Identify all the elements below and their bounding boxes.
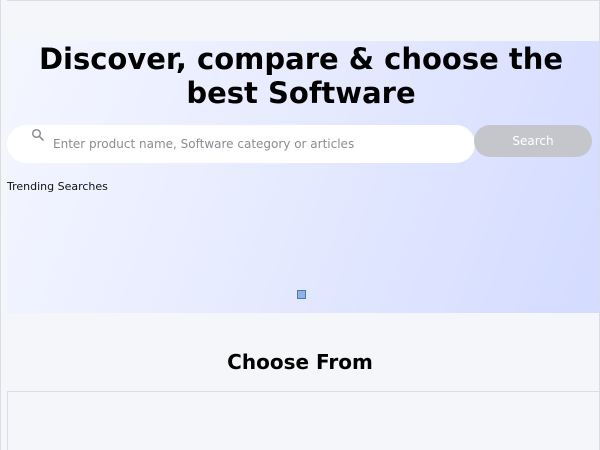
top-strip (7, 0, 599, 41)
choose-from-title: Choose From (227, 350, 373, 374)
choose-from-panel (7, 392, 599, 450)
search-input[interactable] (53, 134, 463, 154)
hero-title: Discover, compare & choose the best Soft… (38, 42, 564, 110)
search-icon (31, 127, 45, 141)
broken-image-icon (297, 290, 306, 299)
hero-section: Discover, compare & choose the best Soft… (7, 41, 599, 313)
search-button[interactable]: Search (474, 125, 592, 157)
search-bar[interactable] (7, 125, 475, 163)
page: Discover, compare & choose the best Soft… (0, 0, 600, 450)
trending-searches-label: Trending Searches (7, 180, 108, 193)
